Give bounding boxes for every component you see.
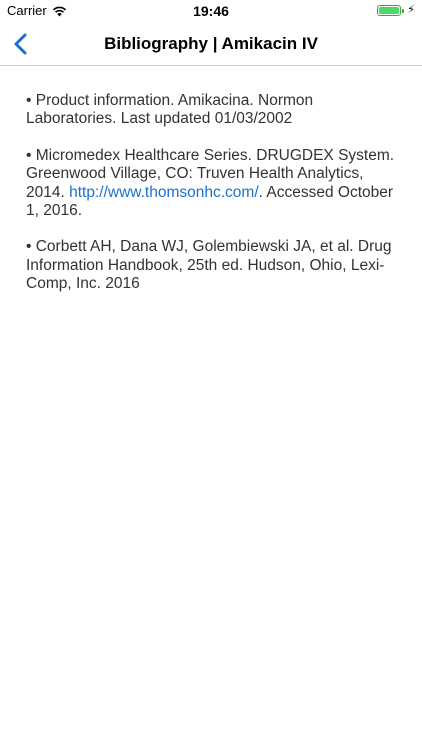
reference-item: • Corbett AH, Dana WJ, Golembiewski JA, … (26, 238, 392, 293)
bibliography-list: • Product information. Amikacina. Normon… (26, 92, 400, 312)
status-time: 19:46 (193, 3, 229, 19)
battery-icon (377, 5, 402, 16)
reference-item: • Micromedex Healthcare Series. DRUGDEX … (26, 147, 400, 221)
battery-fill (379, 7, 400, 14)
battery-indicator: ⚡ (377, 5, 415, 16)
page-title: Bibliography | Amikacin IV (104, 34, 318, 53)
navigation-bar: Bibliography | Amikacin IV (0, 22, 422, 66)
reference-link[interactable]: http://www.thomsonhc.com/ (69, 184, 259, 201)
charging-bolt-icon: ⚡ (407, 4, 415, 16)
status-bar: Carrier 19:46 ⚡ (0, 0, 422, 22)
reference-item: • Product information. Amikacina. Normon… (26, 92, 314, 128)
battery-nub (402, 8, 405, 13)
